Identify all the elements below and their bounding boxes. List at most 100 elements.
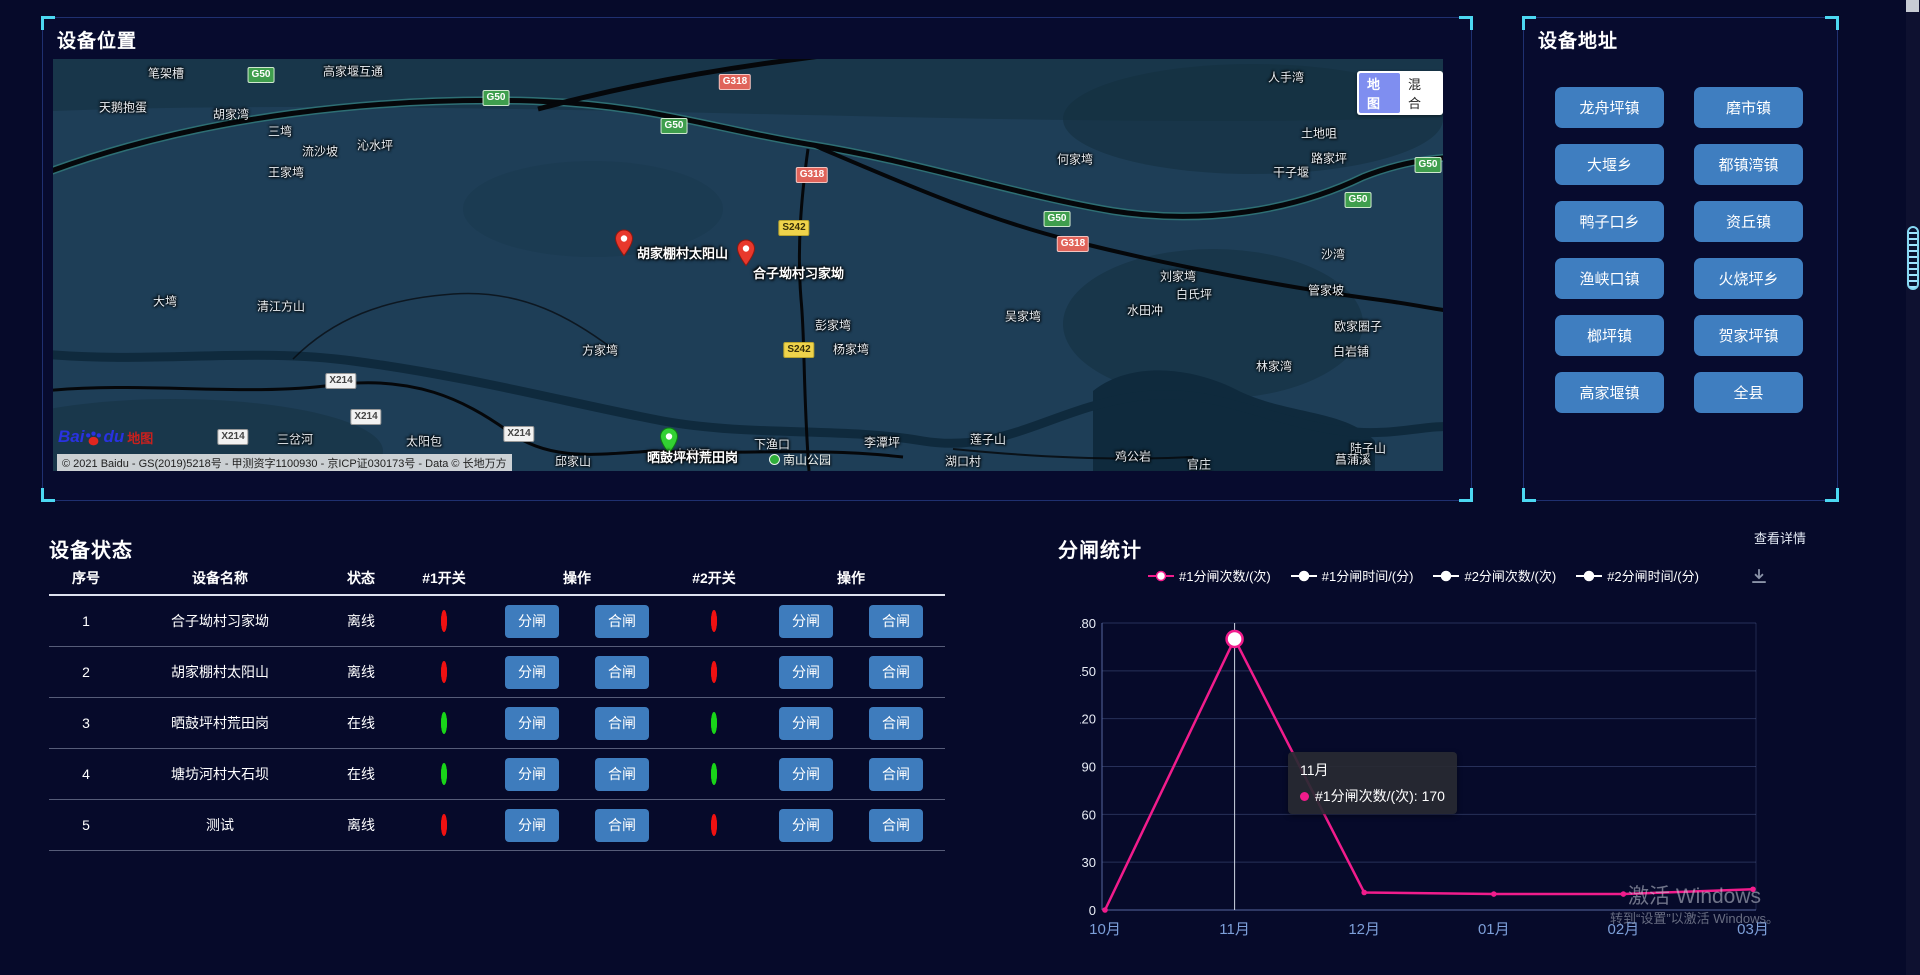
address-button-11[interactable]: 全县 xyxy=(1694,372,1803,413)
address-button-1[interactable]: 磨市镇 xyxy=(1694,87,1803,128)
led-red-icon xyxy=(711,661,717,683)
close-switch-button[interactable]: 合闸 xyxy=(869,605,923,638)
close-switch-button[interactable]: 合闸 xyxy=(869,809,923,842)
device-name: 晒鼓坪村荒田岗 xyxy=(171,713,269,733)
map-place-label: 干子堰 xyxy=(1273,164,1309,181)
map-place-label: 彭家塆 xyxy=(815,317,851,334)
operation-buttons: 分闸 合闸 xyxy=(779,758,923,791)
map-marker-pin[interactable] xyxy=(614,229,634,262)
svg-text:60: 60 xyxy=(1082,807,1096,822)
open-switch-button[interactable]: 分闸 xyxy=(779,605,833,638)
map-place-label: 管家坡 xyxy=(1308,282,1344,299)
legend-item-0[interactable]: #1分闸次数/(次) xyxy=(1148,566,1271,585)
map-place-label: 林家湾 xyxy=(1256,358,1292,375)
map-type-option-map[interactable]: 地图 xyxy=(1359,73,1400,113)
open-switch-button[interactable]: 分闸 xyxy=(779,809,833,842)
road-badge-g318: G318 xyxy=(796,167,828,183)
address-button-4[interactable]: 鸭子口乡 xyxy=(1555,201,1664,242)
open-switch-button[interactable]: 分闸 xyxy=(505,707,559,740)
road-badge-s242: S242 xyxy=(783,342,814,358)
address-button-0[interactable]: 龙舟坪镇 xyxy=(1555,87,1664,128)
trip-stats-title: 分闸统计 xyxy=(1058,534,1142,563)
close-switch-button[interactable]: 合闸 xyxy=(595,605,649,638)
map-place-label: 白岩铺 xyxy=(1333,343,1369,360)
open-switch-button[interactable]: 分闸 xyxy=(779,656,833,689)
switch-indicator-green xyxy=(711,766,717,782)
legend-marker xyxy=(1576,570,1602,582)
address-button-7[interactable]: 火烧坪乡 xyxy=(1694,258,1803,299)
open-switch-button[interactable]: 分闸 xyxy=(505,758,559,791)
baidu-paw-icon xyxy=(85,430,102,447)
chart-legend: #1分闸次数/(次) #1分闸时间/(分) #2分闸次数/(次) #2分闸时间/(分) xyxy=(1148,566,1699,585)
close-switch-button[interactable]: 合闸 xyxy=(869,707,923,740)
close-switch-button[interactable]: 合闸 xyxy=(869,656,923,689)
device-status: 离线 xyxy=(347,611,375,631)
baidu-map[interactable]: 地图 混合 Bai du 地图 © 2021 Baidu - GS(2019)5… xyxy=(53,59,1443,471)
close-switch-button[interactable]: 合闸 xyxy=(595,707,649,740)
table-row: 3晒鼓坪村荒田岗在线分闸合闸分闸合闸 xyxy=(49,698,945,749)
device-location-title: 设备位置 xyxy=(57,26,137,53)
led-red-icon xyxy=(441,661,447,683)
corner-decoration xyxy=(1825,16,1839,30)
map-place-label: 水田冲 xyxy=(1127,302,1163,319)
map-place-label: 笔架槽 xyxy=(148,65,184,82)
scrollbar-up-button[interactable] xyxy=(1906,0,1919,12)
address-button-2[interactable]: 大堰乡 xyxy=(1555,144,1664,185)
operation-buttons: 分闸 合闸 xyxy=(505,758,649,791)
close-switch-button[interactable]: 合闸 xyxy=(595,656,649,689)
address-button-5[interactable]: 资丘镇 xyxy=(1694,201,1803,242)
svg-text:150: 150 xyxy=(1080,664,1096,679)
legend-label: #1分闸时间/(分) xyxy=(1322,566,1414,585)
led-green-icon xyxy=(711,763,717,785)
legend-item-3[interactable]: #2分闸时间/(分) xyxy=(1576,566,1699,585)
scrollbar-thumb[interactable] xyxy=(1907,226,1919,290)
map-poi-park: 南山公园 xyxy=(769,451,831,468)
address-button-10[interactable]: 高家堰镇 xyxy=(1555,372,1664,413)
close-switch-button[interactable]: 合闸 xyxy=(595,809,649,842)
column-header: #2开关 xyxy=(692,568,736,588)
corner-decoration xyxy=(41,488,55,502)
legend-item-1[interactable]: #1分闸时间/(分) xyxy=(1291,566,1414,585)
operation-buttons: 分闸 合闸 xyxy=(505,707,649,740)
legend-marker xyxy=(1148,570,1174,582)
row-index: 5 xyxy=(82,817,90,833)
address-button-6[interactable]: 渔峡口镇 xyxy=(1555,258,1664,299)
address-button-3[interactable]: 都镇湾镇 xyxy=(1694,144,1803,185)
device-name: 塘坊河村大石坝 xyxy=(171,764,269,784)
led-red-icon xyxy=(711,814,717,836)
close-switch-button[interactable]: 合闸 xyxy=(595,758,649,791)
column-header: 序号 xyxy=(72,568,100,588)
open-switch-button[interactable]: 分闸 xyxy=(505,605,559,638)
address-button-9[interactable]: 贺家坪镇 xyxy=(1694,315,1803,356)
column-header: 操作 xyxy=(837,568,865,588)
map-place-label: 白氏坪 xyxy=(1176,286,1212,303)
open-switch-button[interactable]: 分闸 xyxy=(505,809,559,842)
map-place-label: 流沙坡 xyxy=(302,143,338,160)
road-badge-g318: G318 xyxy=(719,74,751,90)
led-green-icon xyxy=(441,712,447,734)
map-marker-label: 晒鼓坪村荒田岗 xyxy=(647,447,738,466)
table-header-row: 序号设备名称状态#1开关操作#2开关操作 xyxy=(49,562,945,596)
tooltip-entry: #1分闸次数/(次): 170 xyxy=(1315,786,1445,806)
map-type-option-hybrid[interactable]: 混合 xyxy=(1400,73,1441,113)
road-badge-g50: G50 xyxy=(1415,157,1442,173)
map-place-label: 清江方山 xyxy=(257,298,305,315)
open-switch-button[interactable]: 分闸 xyxy=(779,707,833,740)
table-row: 1合子坳村习家坳离线分闸合闸分闸合闸 xyxy=(49,596,945,647)
legend-item-2[interactable]: #2分闸次数/(次) xyxy=(1433,566,1556,585)
road-badge-s242: S242 xyxy=(778,220,809,236)
view-details-link[interactable]: 查看详情 xyxy=(1754,528,1806,547)
device-address-title: 设备地址 xyxy=(1538,26,1618,53)
map-place-label: 三岔河 xyxy=(277,431,313,448)
address-button-8[interactable]: 榔坪镇 xyxy=(1555,315,1664,356)
open-switch-button[interactable]: 分闸 xyxy=(505,656,559,689)
download-icon[interactable] xyxy=(1750,568,1768,586)
road-badge-x214: X214 xyxy=(503,426,534,442)
device-status: 离线 xyxy=(347,662,375,682)
open-switch-button[interactable]: 分闸 xyxy=(779,758,833,791)
column-header: #1开关 xyxy=(422,568,466,588)
svg-text:30: 30 xyxy=(1082,855,1096,870)
close-switch-button[interactable]: 合闸 xyxy=(869,758,923,791)
map-place-label: 李潭坪 xyxy=(864,434,900,451)
column-header: 设备名称 xyxy=(192,568,248,588)
